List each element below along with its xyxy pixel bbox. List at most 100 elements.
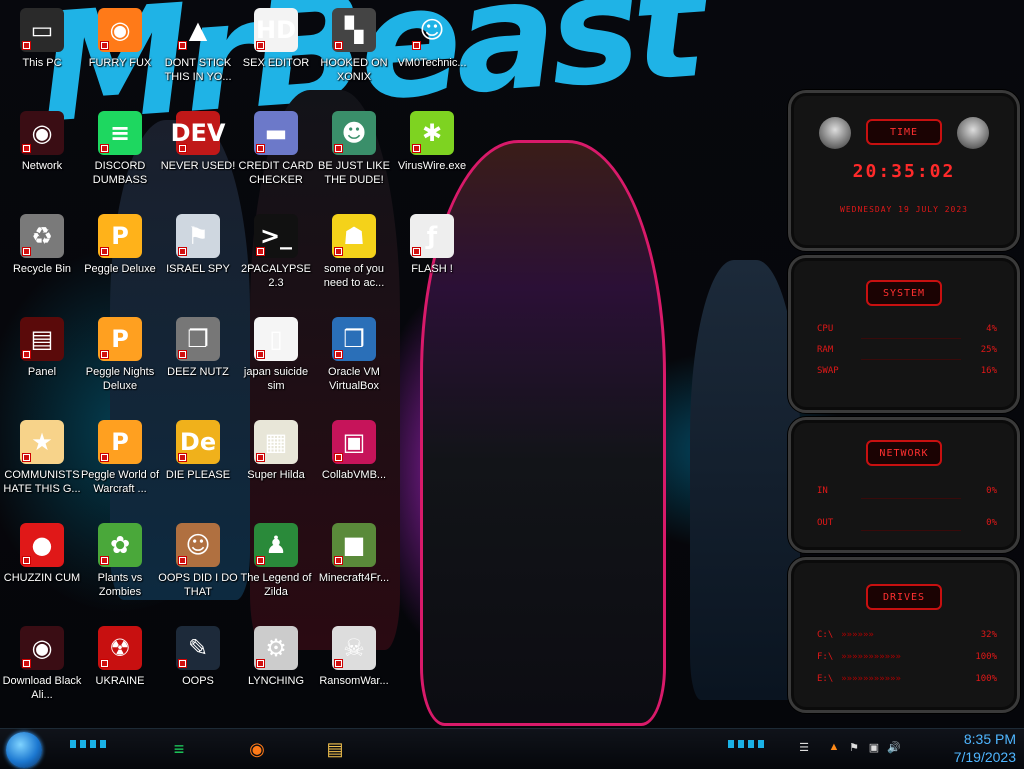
- desktop-icon[interactable]: ❐ DEEZ NUTZ: [156, 313, 240, 413]
- hex-editor-icon: HD: [254, 8, 298, 52]
- shortcut-arrow-icon: [178, 556, 187, 565]
- desktop-icon[interactable]: ▣ CollabVMB...: [312, 416, 396, 516]
- cpu-row: CPU 4%: [817, 322, 997, 336]
- peggle-icon: P: [98, 214, 142, 258]
- desktop-icon[interactable]: ☗ some of you need to ac...: [312, 210, 396, 310]
- file-icon: ▯: [254, 317, 298, 361]
- beaver-icon: ☗: [332, 214, 376, 258]
- shortcut-arrow-icon: [256, 350, 265, 359]
- desktop-icon-label: NEVER USED!: [160, 160, 236, 172]
- desktop-icon[interactable]: ♟ The Legend of Zilda: [234, 519, 318, 619]
- desktop-icon[interactable]: P Peggle Nights Deluxe: [78, 313, 162, 413]
- desktop-icon[interactable]: ◉ Download Black Ali...: [0, 622, 84, 722]
- taskbar-clock[interactable]: 8:35 PM 7/19/2023: [954, 730, 1016, 766]
- desktop-icon[interactable]: ✎ OOPS: [156, 622, 240, 722]
- row-label: C:\: [817, 630, 834, 640]
- desktop-icon[interactable]: ✿ Plants vs Zombies: [78, 519, 162, 619]
- shortcut-arrow-icon: [22, 556, 31, 565]
- desktop-icon[interactable]: ❒ Oracle VM VirtualBox: [312, 313, 396, 413]
- flag-icon[interactable]: ⚑: [846, 739, 862, 755]
- desktop-icon[interactable]: ▯ japan suicide sim: [234, 313, 318, 413]
- recycle-bin-icon: ♻: [20, 214, 64, 258]
- desktop-icon[interactable]: ƒ FLASH !: [390, 210, 474, 310]
- desktop-icon[interactable]: ▲ DONT STICK THIS IN YO...: [156, 4, 240, 104]
- desktop-icon[interactable]: P Peggle World of Warcraft ...: [78, 416, 162, 516]
- desktop-icon[interactable]: ▭ This PC: [0, 4, 84, 104]
- network-tray-icon[interactable]: ▣: [866, 739, 882, 755]
- desktop-icon[interactable]: P Peggle Deluxe: [78, 210, 162, 310]
- explorer-taskbar-button[interactable]: ▤: [318, 733, 352, 765]
- volume-icon[interactable]: 🔊: [886, 739, 902, 755]
- desktop-icon[interactable]: ☠ RansomWar...: [312, 622, 396, 722]
- desktop-icon-label: COMMUNISTS HATE THIS G...: [3, 469, 81, 495]
- limewire-icon: ✱: [410, 111, 454, 155]
- desktop-icon[interactable]: ⚑ ISRAEL SPY: [156, 210, 240, 310]
- shortcut-arrow-icon: [334, 350, 343, 359]
- update-icon[interactable]: ▲: [826, 739, 842, 755]
- pvz-icon: ✿: [98, 523, 142, 567]
- desktop-icon[interactable]: ☻ BE JUST LIKE THE DUDE!: [312, 107, 396, 207]
- network-gadget[interactable]: NETWORK IN 0% OUT 0%: [788, 417, 1020, 553]
- desktop-icon[interactable]: DEV NEVER USED!: [156, 107, 240, 207]
- minecraft-icon: ■: [332, 523, 376, 567]
- desktop-icon[interactable]: ☢ UKRAINE: [78, 622, 162, 722]
- desktop-icon-label: OOPS: [182, 675, 214, 687]
- shortcut-arrow-icon: [256, 659, 265, 668]
- row-label: RAM: [817, 345, 834, 355]
- shortcut-arrow-icon: [22, 350, 31, 359]
- desktop-icon[interactable]: ▚ HOOKED ON XONIX: [312, 4, 396, 104]
- spotify-taskbar-button[interactable]: ≡: [162, 733, 196, 765]
- desktop-icon[interactable]: ≡ DISCORD DUMBASS: [78, 107, 162, 207]
- desktop-icon-label: Network: [21, 160, 63, 172]
- spy-icon: ⚑: [176, 214, 220, 258]
- desktop-icon-label: 2PACALYPSE 2.3: [241, 263, 311, 289]
- desktop-icon[interactable]: ◉ FURRY FUX: [78, 4, 162, 104]
- row-value: 100%: [975, 652, 997, 662]
- chuzzle-icon: ●: [20, 523, 64, 567]
- desktop-icon[interactable]: ▦ Super Hilda: [234, 416, 318, 516]
- row-label: F:\: [817, 652, 834, 662]
- desktop-icon[interactable]: De DIE PLEASE: [156, 416, 240, 516]
- desktop-icon[interactable]: ✱ VirusWire.exe: [390, 107, 474, 207]
- wallpaper-figure-right: [690, 260, 800, 700]
- shortcut-arrow-icon: [412, 41, 421, 50]
- taskbar: ≡ ◉ ▤ ☰ ▲ ⚑ ▣ 🔊 8:35 PM 7/19/2023: [0, 728, 1024, 769]
- desktop-icon-label: DISCORD DUMBASS: [92, 160, 148, 186]
- shortcut-arrow-icon: [256, 556, 265, 565]
- shortcut-arrow-icon: [100, 453, 109, 462]
- shortcut-arrow-icon: [334, 41, 343, 50]
- desktop-icon[interactable]: ◉ Network: [0, 107, 84, 207]
- desktop-icon-label: UKRAINE: [95, 675, 145, 687]
- drive-bar: »»»»»»»»»»»: [841, 674, 901, 684]
- start-button[interactable]: [6, 732, 42, 768]
- desktop-icon[interactable]: ▤ Panel: [0, 313, 84, 413]
- star-butterfly-icon: ★: [20, 420, 64, 464]
- book-icon: ✎: [176, 626, 220, 670]
- desktop-icon[interactable]: ▬ CREDIT CARD CHECKER: [234, 107, 318, 207]
- desktop-icon[interactable]: ■ Minecraft4Fr...: [312, 519, 396, 619]
- row-value: 32%: [980, 630, 997, 640]
- desktop-icon[interactable]: ● CHUZZIN CUM: [0, 519, 84, 619]
- desktop-icon[interactable]: HD SEX EDITOR: [234, 4, 318, 104]
- radiation-icon: ☢: [98, 626, 142, 670]
- drives-gadget[interactable]: DRIVES C:\ »»»»»» 32% F:\ »»»»»»»»»»» 100% E…: [788, 557, 1020, 713]
- shortcut-arrow-icon: [334, 453, 343, 462]
- system-gadget[interactable]: SYSTEM CPU 4% RAM 25% SWAP 16%: [788, 255, 1020, 413]
- desktop-icon[interactable]: ⚙ LYNCHING: [234, 622, 318, 722]
- time-gadget[interactable]: TIME 20:35:02 WEDNESDAY 19 JULY 2023: [788, 90, 1020, 251]
- desktop-icon[interactable]: ☺ VM0Technic...: [390, 4, 474, 104]
- desktop-icon[interactable]: ☺ OOPS DID I DO THAT: [156, 519, 240, 619]
- show-hidden-icons-icon[interactable]: ☰: [796, 739, 812, 755]
- desktop-icon-label: DEEZ NUTZ: [167, 366, 229, 378]
- row-label: CPU: [817, 324, 834, 334]
- desktop-icon[interactable]: >_ 2PACALYPSE 2.3: [234, 210, 318, 310]
- shortcut-arrow-icon: [256, 453, 265, 462]
- firefox-taskbar-button[interactable]: ◉: [240, 733, 274, 765]
- desktop-icon-label: HOOKED ON XONIX: [320, 57, 388, 83]
- desktop-icon[interactable]: ♻ Recycle Bin: [0, 210, 84, 310]
- clock-time: 8:35 PM: [963, 731, 1016, 747]
- row-label: IN: [817, 486, 828, 496]
- desktop-icon[interactable]: ★ COMMUNISTS HATE THIS G...: [0, 416, 84, 516]
- taskbar-decor-left: [70, 740, 110, 748]
- row-value: 100%: [975, 674, 997, 684]
